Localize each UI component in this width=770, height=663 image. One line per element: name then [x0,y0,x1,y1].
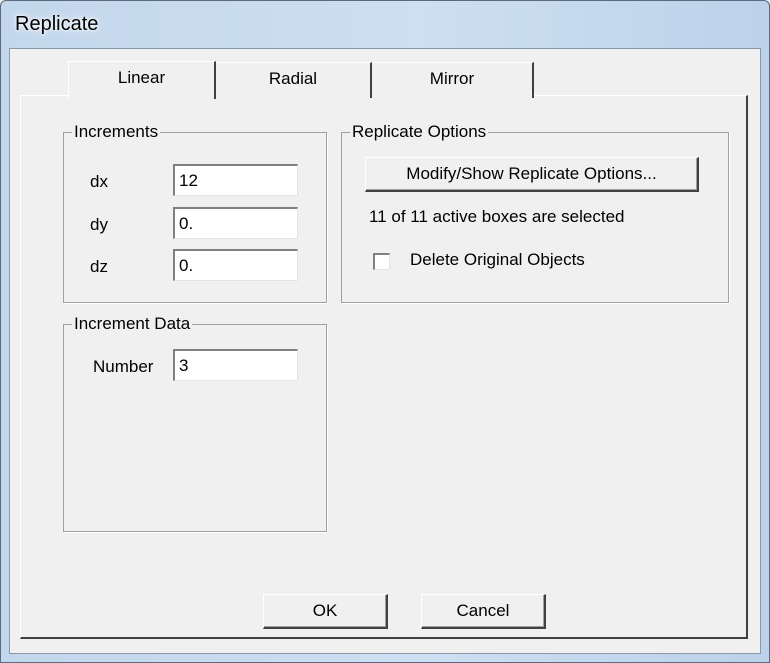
dz-label: dz [90,257,108,276]
dy-field[interactable] [173,207,298,239]
ok-button[interactable]: OK [263,594,388,629]
delete-original-objects-label[interactable]: Delete Original Objects [410,250,585,270]
modify-show-replicate-options-button[interactable]: Modify/Show Replicate Options... [365,157,699,192]
tab-radial[interactable]: Radial [216,62,372,98]
increments-legend: Increments [72,122,161,141]
number-label: Number [93,357,154,376]
replicate-dialog: Replicate Linear Radial Mirror Increment… [0,0,770,663]
dx-label: dx [90,172,108,191]
increment-data-group: Increment Data [63,315,327,532]
cancel-button[interactable]: Cancel [421,594,546,629]
tab-panel-linear: Increments dx dy dz Replicate Options Mo… [20,95,748,639]
tab-mirror[interactable]: Mirror [372,62,534,98]
dialog-client-area: Linear Radial Mirror Increments dx dy dz… [9,48,761,654]
dz-field[interactable] [173,249,298,281]
delete-original-objects-checkbox[interactable] [373,253,390,270]
replicate-options-legend: Replicate Options [350,122,489,141]
tab-linear[interactable]: Linear [68,61,216,99]
number-field[interactable] [173,349,298,381]
window-title: Replicate [15,13,99,35]
dy-label: dy [90,215,108,234]
dx-field[interactable] [173,164,298,196]
increment-data-legend: Increment Data [72,314,193,333]
title-bar[interactable]: Replicate [1,1,769,49]
selection-status-text: 11 of 11 active boxes are selected [369,207,625,226]
